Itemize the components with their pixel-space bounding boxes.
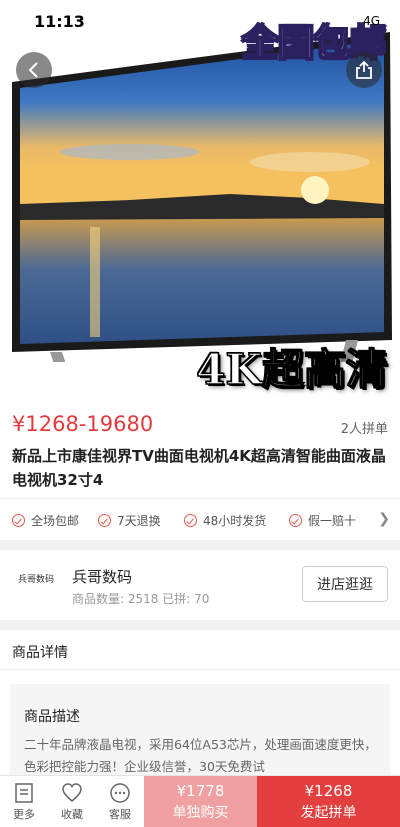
check-circle-icon xyxy=(98,514,111,527)
more-button[interactable]: 更多 xyxy=(4,782,44,822)
guarantee-item: 48小时发货 xyxy=(184,512,266,529)
enter-shop-button[interactable]: 进店逛逛 xyxy=(302,566,388,602)
shop-logo: 兵哥数码 xyxy=(17,575,54,585)
bottom-action-bar: 更多 收藏 客服 ¥1778 单独购买 ¥1268 发起拼单 xyxy=(0,775,400,827)
back-button[interactable] xyxy=(16,52,52,88)
list-icon xyxy=(4,782,44,804)
overlay-4k: 4K超高清 xyxy=(196,344,389,395)
chat-icon xyxy=(100,782,140,804)
heart-icon xyxy=(52,782,92,804)
group-label: 发起拼单 xyxy=(300,805,357,821)
buy-alone-button[interactable]: ¥1778 单独购买 xyxy=(144,776,257,827)
product-image-carousel[interactable]: 11:13 4G 全国包邮 4K超高清 xyxy=(0,0,400,400)
group-price: ¥1268 xyxy=(304,782,353,800)
price-range: ¥1268-19680 xyxy=(12,412,154,436)
group-size: 2人拼单 xyxy=(340,422,388,437)
status-bar: 11:13 4G xyxy=(0,12,400,34)
solo-price: ¥1778 xyxy=(176,782,225,800)
shop-name: 兵哥数码 xyxy=(72,568,133,586)
guarantee-item: 7天退换 xyxy=(98,512,161,529)
product-image xyxy=(10,22,398,362)
start-group-button[interactable]: ¥1268 发起拼单 xyxy=(257,776,400,827)
service-button[interactable]: 客服 xyxy=(100,782,140,822)
network-indicator: 4G xyxy=(363,14,380,28)
guarantee-item: 全场包邮 xyxy=(12,512,79,529)
description-text: 二十年品牌液晶电视，采用64位A53芯片，处理画面速度更快，色彩把控能力强！企业… xyxy=(24,737,377,774)
solo-label: 单独购买 xyxy=(172,805,229,821)
chevron-right-icon[interactable]: ❯ xyxy=(378,511,390,527)
share-button[interactable] xyxy=(346,52,382,88)
check-circle-icon xyxy=(12,514,25,527)
details-header: 商品详情 xyxy=(0,630,400,670)
favorite-button[interactable]: 收藏 xyxy=(52,782,92,822)
price-section: ¥1268-19680 2人拼单 新品上市康佳视界TV曲面电视机4K超高清智能曲… xyxy=(0,400,400,498)
product-title: 新品上市康佳视界TV曲面电视机4K超高清智能曲面液晶电视机32寸4 xyxy=(12,447,386,489)
chevron-left-icon xyxy=(28,62,38,78)
check-circle-icon xyxy=(289,514,302,527)
check-circle-icon xyxy=(184,514,197,527)
details-title: 商品详情 xyxy=(12,645,68,661)
guarantee-item: 假一赔十 xyxy=(289,512,356,529)
description-title: 商品描述 xyxy=(24,709,80,725)
guarantees-row[interactable]: 全场包邮 7天退换 48小时发货 假一赔十 ❯ xyxy=(0,498,400,540)
shop-stats: 商品数量: 2518 已拼: 70 xyxy=(72,592,210,606)
status-time: 11:13 xyxy=(34,12,85,31)
share-icon xyxy=(356,60,372,79)
shop-card: 兵哥数码 兵哥数码 商品数量: 2518 已拼: 70 进店逛逛 xyxy=(0,550,400,620)
